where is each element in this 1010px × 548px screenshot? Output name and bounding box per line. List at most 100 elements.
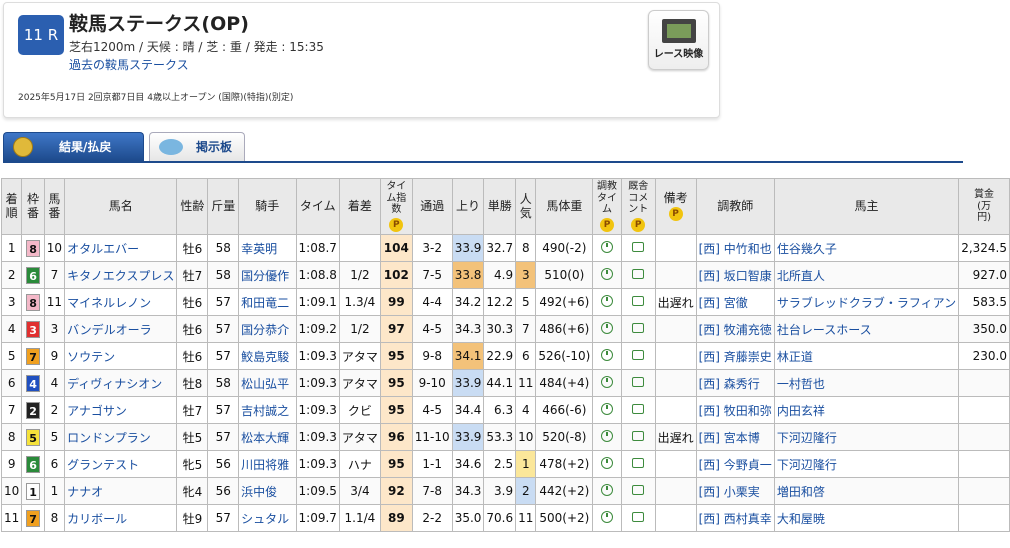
training-time-cell[interactable] — [592, 315, 622, 343]
jockey-link[interactable]: 幸英明 — [238, 234, 297, 262]
trainer-link[interactable]: [西] 牧浦充徳 — [695, 315, 775, 343]
horse-name-link[interactable]: グランテスト — [64, 450, 178, 478]
jockey-link[interactable]: 浜中俊 — [238, 477, 297, 505]
trainer-link[interactable]: [西] 斉藤崇史 — [695, 342, 775, 370]
stable-comment-cell[interactable] — [620, 396, 656, 424]
body-weight-cell: 484(+4) — [535, 369, 594, 397]
comment-icon[interactable] — [632, 269, 645, 279]
training-time-cell[interactable] — [592, 369, 622, 397]
trainer-link[interactable]: [西] 宮本博 — [695, 423, 775, 451]
trainer-link[interactable]: [西] 小栗実 — [695, 477, 775, 505]
training-time-cell[interactable] — [592, 342, 622, 370]
owner-link[interactable]: 住谷幾久子 — [773, 234, 960, 262]
comment-icon[interactable] — [632, 296, 645, 306]
comment-icon[interactable] — [632, 458, 645, 468]
jockey-link[interactable]: 国分恭介 — [238, 315, 297, 343]
tab-board[interactable]: 掲示板 — [149, 132, 245, 161]
training-time-cell[interactable] — [592, 396, 622, 424]
comment-icon[interactable] — [632, 350, 645, 360]
waku-cell: 6 — [21, 261, 45, 289]
comment-icon[interactable] — [632, 377, 645, 387]
stable-comment-cell[interactable] — [620, 261, 656, 289]
jockey-link[interactable]: シュタル — [238, 504, 297, 532]
comment-icon[interactable] — [632, 485, 645, 495]
trainer-link[interactable]: [西] 西村真幸 — [695, 504, 775, 532]
jockey-link[interactable]: 吉村誠之 — [238, 396, 297, 424]
horse-name-link[interactable]: ロンドンプラン — [64, 423, 178, 451]
stable-comment-cell[interactable] — [620, 342, 656, 370]
owner-link[interactable]: 下河辺隆行 — [773, 423, 960, 451]
jockey-link[interactable]: 松本大輝 — [238, 423, 297, 451]
trainer-link[interactable]: [西] 牧田和弥 — [695, 396, 775, 424]
horse-name-link[interactable]: ディヴィナシオン — [64, 369, 178, 397]
clock-icon[interactable] — [601, 267, 614, 280]
training-time-cell[interactable] — [592, 423, 622, 451]
jockey-link[interactable]: 鮫島克駿 — [238, 342, 297, 370]
owner-link[interactable]: 増田和啓 — [773, 477, 960, 505]
owner-link[interactable]: 下河辺隆行 — [773, 450, 960, 478]
horse-name-link[interactable]: ナナオ — [64, 477, 178, 505]
clock-icon[interactable] — [601, 294, 614, 307]
odds-cell: 12.2 — [483, 288, 517, 316]
waku-cell: 7 — [21, 342, 45, 370]
owner-link[interactable]: 北所直人 — [773, 261, 960, 289]
clock-icon[interactable] — [601, 456, 614, 469]
trainer-link[interactable]: [西] 宮徹 — [695, 288, 775, 316]
training-time-cell[interactable] — [592, 504, 622, 532]
clock-icon[interactable] — [601, 510, 614, 523]
clock-icon[interactable] — [601, 321, 614, 334]
clock-icon[interactable] — [601, 375, 614, 388]
owner-link[interactable]: サラブレッドクラブ・ラフィアン — [773, 288, 960, 316]
jockey-link[interactable]: 国分優作 — [238, 261, 297, 289]
stable-comment-cell[interactable] — [620, 288, 656, 316]
stable-comment-cell[interactable] — [620, 504, 656, 532]
clock-icon[interactable] — [601, 429, 614, 442]
stable-comment-cell[interactable] — [620, 234, 656, 262]
stable-comment-cell[interactable] — [620, 423, 656, 451]
clock-icon[interactable] — [601, 348, 614, 361]
comment-icon[interactable] — [632, 404, 645, 414]
owner-link[interactable]: 林正道 — [773, 342, 960, 370]
horse-name-link[interactable]: アナゴサン — [64, 396, 178, 424]
comment-icon[interactable] — [632, 323, 645, 333]
clock-icon[interactable] — [601, 402, 614, 415]
owner-link[interactable]: 内田玄祥 — [773, 396, 960, 424]
horse-name-link[interactable]: マイネルレノン — [64, 288, 178, 316]
passing-cell: 11-10 — [411, 423, 453, 451]
comment-icon[interactable] — [632, 431, 645, 441]
training-time-cell[interactable] — [592, 450, 622, 478]
horse-name-link[interactable]: カリボール — [64, 504, 178, 532]
owner-link[interactable]: 大和屋暁 — [773, 504, 960, 532]
owner-link[interactable]: 社台レースホース — [773, 315, 960, 343]
past-races-link[interactable]: 過去の鞍馬ステークス — [69, 56, 189, 73]
stable-comment-cell[interactable] — [620, 477, 656, 505]
horse-name-link[interactable]: ソウテン — [64, 342, 178, 370]
trainer-link[interactable]: [西] 坂口智康 — [695, 261, 775, 289]
training-time-cell[interactable] — [592, 234, 622, 262]
jockey-link[interactable]: 川田将雅 — [238, 450, 297, 478]
odds-cell: 70.6 — [483, 504, 517, 532]
tab-results[interactable]: 結果/払戻 — [3, 132, 144, 161]
comment-icon[interactable] — [632, 512, 645, 522]
trainer-link[interactable]: [西] 中竹和也 — [695, 234, 775, 262]
trainer-link[interactable]: [西] 今野貞一 — [695, 450, 775, 478]
stable-comment-cell[interactable] — [620, 450, 656, 478]
horse-name-link[interactable]: バンデルオーラ — [64, 315, 178, 343]
clock-icon[interactable] — [601, 240, 614, 253]
remark-cell — [654, 450, 697, 478]
waku-cell: 8 — [21, 288, 45, 316]
training-time-cell[interactable] — [592, 477, 622, 505]
clock-icon[interactable] — [601, 483, 614, 496]
training-time-cell[interactable] — [592, 288, 622, 316]
comment-icon[interactable] — [632, 242, 645, 252]
owner-link[interactable]: 一村哲也 — [773, 369, 960, 397]
trainer-link[interactable]: [西] 森秀行 — [695, 369, 775, 397]
stable-comment-cell[interactable] — [620, 315, 656, 343]
horse-name-link[interactable]: オタルエバー — [64, 234, 178, 262]
jockey-link[interactable]: 和田竜二 — [238, 288, 297, 316]
jockey-link[interactable]: 松山弘平 — [238, 369, 297, 397]
horse-name-link[interactable]: キタノエクスプレス — [64, 261, 178, 289]
stable-comment-cell[interactable] — [620, 369, 656, 397]
race-video-button[interactable]: レース映像 — [648, 10, 709, 70]
training-time-cell[interactable] — [592, 261, 622, 289]
